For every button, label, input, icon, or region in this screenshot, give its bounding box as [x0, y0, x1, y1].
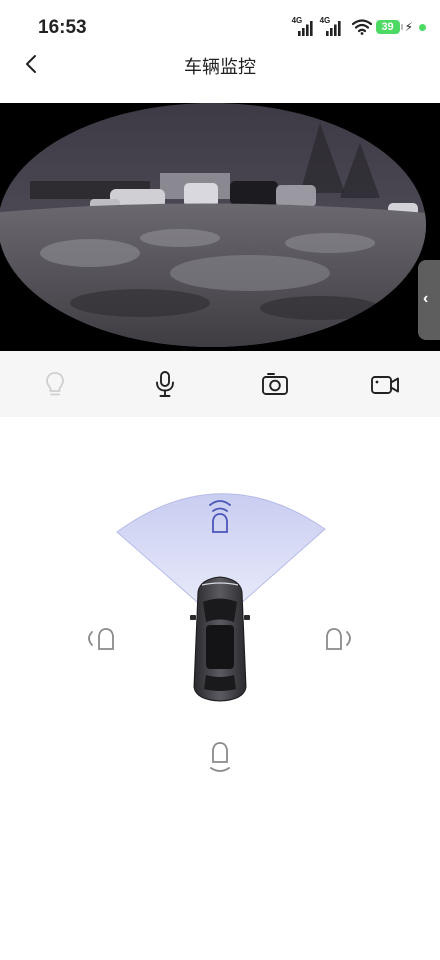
left-sensor-icon[interactable]: [88, 628, 114, 650]
sensor-radar: [0, 417, 440, 960]
nav-bar: 车辆监控: [0, 40, 440, 88]
status-icons: 4G 4G 39 ⚡: [292, 16, 426, 38]
microphone-button[interactable]: [150, 369, 180, 399]
camera-feed[interactable]: ‹: [0, 103, 440, 351]
rear-sensor-icon[interactable]: [210, 742, 230, 772]
camera-image: [0, 103, 440, 351]
wifi-icon: [351, 19, 372, 35]
microphone-icon: [156, 371, 174, 397]
camera-icon: [262, 373, 288, 395]
page-title: 车辆监控: [184, 57, 256, 77]
snapshot-button[interactable]: [260, 369, 290, 399]
video-camera-icon: [371, 376, 399, 394]
signal-icon: 4G: [292, 16, 316, 38]
bolt-icon: ⚡: [404, 20, 413, 34]
radar-diagram: [88, 493, 351, 772]
car-top-view: [190, 576, 250, 702]
chevron-left-icon: ‹: [423, 290, 429, 307]
battery-cap: [400, 24, 403, 30]
battery-indicator: 39: [375, 20, 403, 34]
control-toolbar: [0, 351, 440, 418]
indicator-dot: [419, 23, 426, 31]
expand-panel-button[interactable]: ‹: [418, 260, 440, 340]
right-sensor-icon[interactable]: [326, 628, 351, 650]
light-button[interactable]: [40, 369, 70, 399]
battery-level: 39: [375, 20, 400, 34]
status-time: 16:53: [38, 17, 87, 38]
lightbulb-icon: [46, 372, 64, 396]
record-button[interactable]: [370, 369, 400, 399]
signal-icon-2: 4G: [320, 16, 344, 38]
